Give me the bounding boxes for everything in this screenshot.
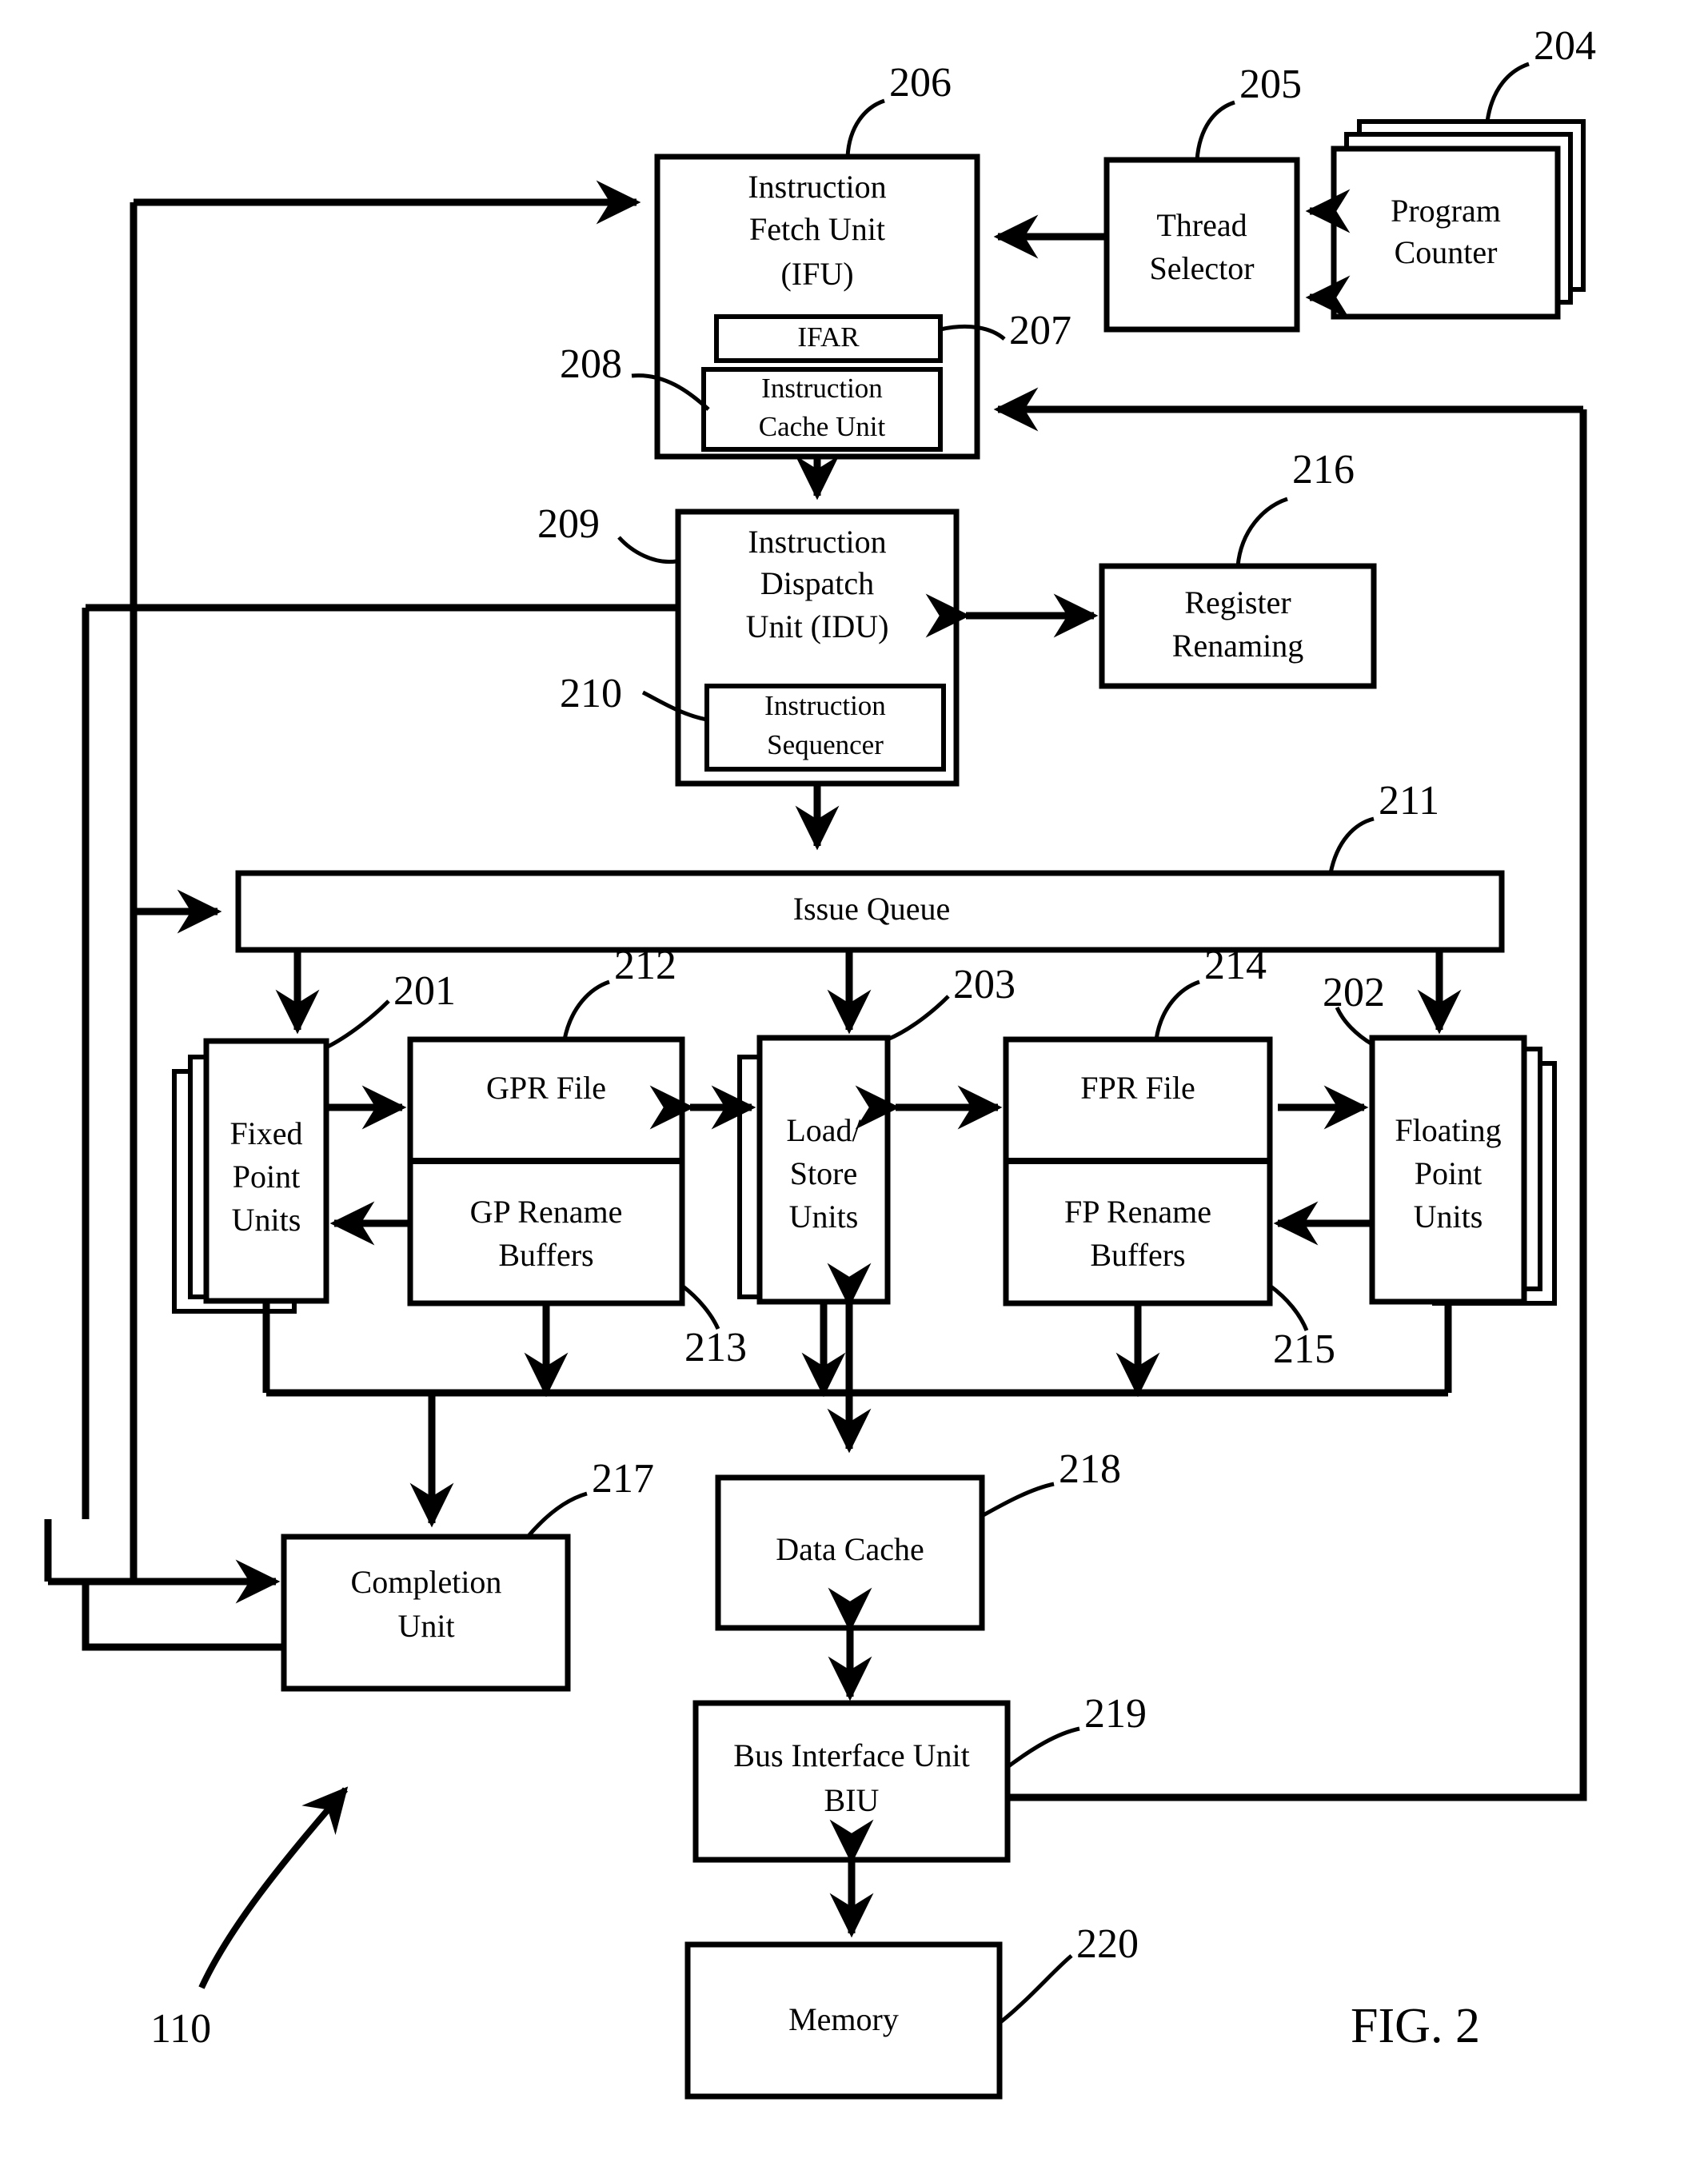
ref-110-arrow bbox=[198, 1786, 349, 1989]
ref-216-leader bbox=[1235, 497, 1288, 567]
ifar-block[interactable]: IFAR bbox=[714, 314, 943, 363]
ref-210: 210 bbox=[560, 671, 622, 716]
program-counter-block[interactable]: Program Counter bbox=[1331, 119, 1586, 320]
thread-selector-block[interactable]: Thread Selector bbox=[1103, 157, 1300, 333]
fxu-label-2: Units bbox=[232, 1202, 301, 1238]
lsu-label-0: Load/ bbox=[786, 1112, 861, 1148]
ref-212-leader bbox=[562, 979, 610, 1040]
ref-201: 201 bbox=[393, 968, 456, 1014]
ref-214-leader bbox=[1154, 979, 1200, 1040]
sequencer-label-0: Instruction bbox=[764, 690, 886, 721]
thread-selector-label-0: Thread bbox=[1156, 207, 1247, 243]
fxu-label-1: Point bbox=[233, 1159, 300, 1195]
gp-rename-label-1: Buffers bbox=[498, 1237, 593, 1273]
program-counter-label-0: Program bbox=[1391, 193, 1501, 229]
idu-label-0: Instruction bbox=[748, 524, 886, 560]
completion-unit-label-1: Unit bbox=[397, 1608, 454, 1644]
ref-206: 206 bbox=[889, 60, 952, 106]
biu-label-1: BIU bbox=[824, 1782, 880, 1818]
fixed-point-units-block[interactable]: Fixed Point Units bbox=[172, 1038, 329, 1314]
completion-unit-label-0: Completion bbox=[351, 1564, 502, 1600]
data-cache-block[interactable]: Data Cache bbox=[715, 1474, 985, 1631]
ifar-label: IFAR bbox=[797, 321, 860, 353]
icu-label-1: Cache Unit bbox=[759, 411, 886, 442]
ref-204: 204 bbox=[1534, 23, 1596, 69]
instruction-fetch-unit-block[interactable]: Instruction Fetch Unit (IFU) IFAR Instru… bbox=[654, 154, 980, 460]
fpr-file-label: FPR File bbox=[1080, 1070, 1195, 1106]
ref-209: 209 bbox=[537, 501, 600, 547]
completion-unit-block[interactable]: Completion Unit bbox=[281, 1534, 571, 1692]
figure-sheet: Program Counter 204 Thread Selector 205 … bbox=[0, 0, 1708, 2178]
lsu-label-1: Store bbox=[790, 1155, 857, 1191]
ref-218-leader bbox=[980, 1482, 1055, 1518]
idu-label-1: Dispatch bbox=[760, 565, 874, 601]
ref-110: 110 bbox=[150, 2006, 211, 2052]
ref-220: 220 bbox=[1076, 1921, 1139, 1967]
sequencer-label-1: Sequencer bbox=[767, 729, 884, 760]
fpu-label-2: Units bbox=[1414, 1199, 1483, 1235]
issue-queue-block[interactable]: Issue Queue bbox=[235, 870, 1505, 953]
ref-209-leader bbox=[617, 536, 677, 564]
ref-217: 217 bbox=[592, 1456, 654, 1502]
ref-213: 213 bbox=[684, 1325, 747, 1370]
ref-215: 215 bbox=[1273, 1326, 1335, 1372]
ref-219: 219 bbox=[1084, 1691, 1147, 1737]
fp-rename-label-0: FP Rename bbox=[1064, 1194, 1211, 1230]
instruction-dispatch-unit-block[interactable]: Instruction Dispatch Unit (IDU) Instruct… bbox=[675, 509, 960, 787]
fpu-label-0: Floating bbox=[1395, 1112, 1501, 1148]
ref-205: 205 bbox=[1239, 62, 1302, 107]
fpr-file-block[interactable]: FPR File FP Rename Buffers bbox=[1003, 1036, 1273, 1306]
ifu-label-1: Fetch Unit bbox=[749, 211, 885, 247]
load-store-units-block[interactable]: Load/ Store Units bbox=[737, 1035, 891, 1305]
register-renaming-block[interactable]: Register Renaming bbox=[1099, 563, 1377, 689]
instruction-sequencer-block[interactable]: Instruction Sequencer bbox=[704, 684, 946, 772]
ref-212: 212 bbox=[614, 943, 676, 988]
wire-completion-out-to-rail bbox=[82, 1582, 284, 1651]
ref-208: 208 bbox=[560, 341, 622, 387]
data-cache-label: Data Cache bbox=[776, 1531, 924, 1567]
gpr-file-label: GPR File bbox=[486, 1070, 606, 1106]
fpu-label-1: Point bbox=[1415, 1155, 1482, 1191]
ref-219-leader bbox=[1006, 1726, 1080, 1769]
ref-204-leader bbox=[1485, 62, 1530, 122]
register-renaming-label-0: Register bbox=[1184, 584, 1291, 620]
fxu-label-0: Fixed bbox=[229, 1115, 302, 1151]
ref-203-leader bbox=[887, 995, 950, 1042]
instruction-cache-unit-block[interactable]: Instruction Cache Unit bbox=[701, 367, 943, 452]
ifu-label-0: Instruction bbox=[748, 169, 886, 205]
figure-label: FIG. 2 bbox=[1351, 1999, 1480, 2053]
thread-selector-label-1: Selector bbox=[1149, 250, 1254, 286]
lsu-label-2: Units bbox=[789, 1199, 859, 1235]
gp-rename-label-0: GP Rename bbox=[470, 1194, 623, 1230]
issue-queue-label: Issue Queue bbox=[793, 891, 951, 927]
biu-label-0: Bus Interface Unit bbox=[733, 1737, 969, 1773]
ref-207: 207 bbox=[1009, 308, 1071, 353]
ifu-label-2: (IFU) bbox=[780, 256, 853, 292]
floating-point-units-block[interactable]: Floating Point Units bbox=[1369, 1035, 1557, 1306]
idu-label-2: Unit (IDU) bbox=[746, 608, 889, 644]
processor-block-diagram: Program Counter 204 Thread Selector 205 … bbox=[44, 23, 1596, 2100]
ref-218: 218 bbox=[1059, 1446, 1121, 1492]
ref-216: 216 bbox=[1292, 447, 1355, 493]
memory-label: Memory bbox=[788, 2001, 899, 2037]
ref-202: 202 bbox=[1323, 970, 1385, 1015]
ref-213-leader bbox=[680, 1284, 720, 1330]
program-counter-label-1: Counter bbox=[1395, 234, 1498, 270]
ref-203: 203 bbox=[953, 962, 1016, 1007]
ref-214: 214 bbox=[1204, 943, 1267, 988]
ref-217-leader bbox=[526, 1491, 588, 1538]
ref-220-leader bbox=[998, 1954, 1073, 2024]
gpr-file-block[interactable]: GPR File GP Rename Buffers bbox=[407, 1036, 685, 1306]
memory-block[interactable]: Memory bbox=[684, 1941, 1003, 2100]
ref-205-leader bbox=[1195, 100, 1235, 161]
register-renaming-label-1: Renaming bbox=[1172, 628, 1303, 664]
bus-interface-unit-block[interactable]: Bus Interface Unit BIU bbox=[692, 1700, 1011, 1863]
ref-211: 211 bbox=[1379, 778, 1439, 824]
ref-206-leader bbox=[845, 98, 885, 158]
fp-rename-label-1: Buffers bbox=[1090, 1237, 1185, 1273]
ref-211-leader bbox=[1328, 816, 1375, 874]
ref-215-leader bbox=[1268, 1283, 1309, 1331]
icu-label-0: Instruction bbox=[761, 373, 883, 404]
ref-201-leader bbox=[325, 999, 390, 1050]
